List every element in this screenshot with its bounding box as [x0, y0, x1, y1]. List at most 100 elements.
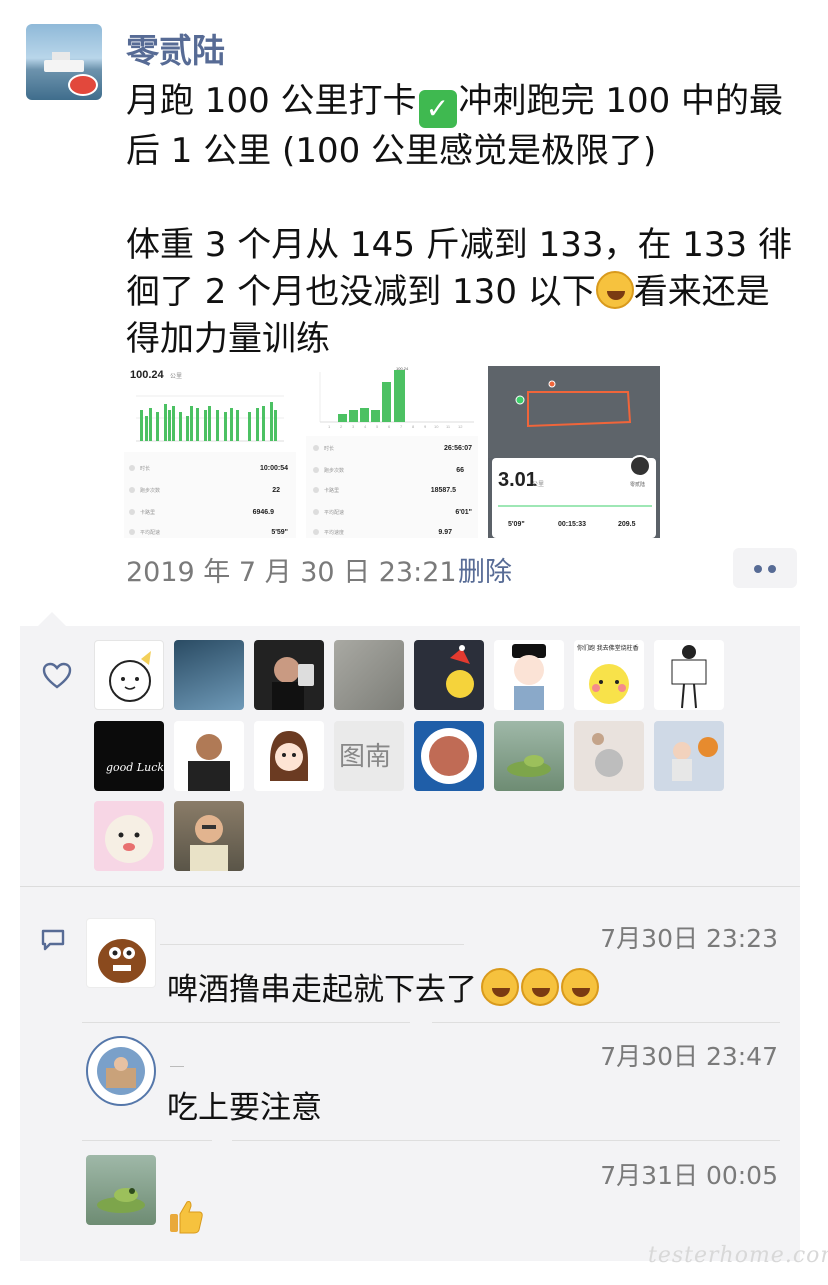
watermark-text: testerhome.com — [648, 1243, 828, 1268]
img2-row3-label: 卡路里 — [324, 487, 339, 494]
img2-row1-value: 26:56:07 — [444, 445, 472, 452]
avatar-fish-badge — [68, 74, 98, 96]
liker-avatar-text: 图南 — [339, 742, 391, 772]
liker-avatar[interactable] — [174, 721, 244, 791]
img1-total: 100.24 — [130, 369, 165, 381]
svg-text:4: 4 — [364, 424, 367, 429]
img1-row4-value: 5'59" — [271, 529, 288, 536]
comment-avatar[interactable] — [86, 918, 156, 988]
liker-avatar[interactable] — [414, 640, 484, 710]
img1-row2-value: 22 — [272, 487, 280, 494]
author-name[interactable]: 零贰陆 — [126, 24, 225, 72]
liker-avatar[interactable] — [174, 640, 244, 710]
post-image-3[interactable]: 3.01 公里 零贰陆 5'09" 00:15:33 209.5 — [488, 366, 660, 538]
post-line-3: 体重 3 个月从 145 斤减到 133，在 133 徘 — [126, 225, 792, 265]
img3-pace: 5'09" — [508, 521, 525, 528]
liker-avatar[interactable] — [254, 640, 324, 710]
liker-sticker-text: 你们跑 我去佛堂烧柱香 — [577, 644, 639, 652]
author-avatar[interactable] — [26, 24, 102, 100]
img2-peak: 100.24 — [396, 366, 409, 371]
comment-text[interactable]: 啤酒撸串走起就下去了 — [167, 964, 599, 1009]
img1-row3-label: 卡路里 — [140, 509, 155, 516]
svg-text:12: 12 — [458, 424, 463, 429]
comment-time: 7月30日 23:47 — [600, 1042, 778, 1071]
comment-time: 7月30日 23:23 — [600, 924, 778, 953]
liker-avatar[interactable]: good Luck — [94, 721, 164, 791]
comment-separator — [432, 1022, 780, 1023]
liker-avatar[interactable] — [494, 640, 564, 710]
liker-avatar[interactable] — [174, 801, 244, 871]
liker-avatar[interactable] — [654, 640, 724, 710]
post-timestamp: 2019 年 7 月 30 日 23:21 — [126, 557, 457, 588]
heart-icon — [42, 662, 72, 689]
post-image-1[interactable]: 100.24 公里 时长 跑步次数 卡路里 平均配速 10:00:54 22 6… — [124, 366, 296, 538]
comment-separator — [82, 1140, 212, 1141]
img2-row4-label: 平均配速 — [324, 509, 344, 516]
img2-bars — [338, 370, 405, 422]
comment-avatar[interactable] — [86, 1155, 156, 1225]
svg-text:8: 8 — [412, 424, 415, 429]
liker-avatar[interactable]: 图南 — [334, 721, 404, 791]
dot-icon — [754, 565, 762, 573]
post-line-4a: 徊了 2 个月也没减到 130 以下 — [126, 272, 596, 312]
comment-text[interactable] — [167, 1198, 205, 1244]
liker-sticker-text: good Luck — [106, 761, 164, 774]
laugh-cry-emoji-icon — [481, 968, 519, 1006]
svg-text:10: 10 — [434, 424, 439, 429]
img2-row5-label: 平均速度 — [324, 529, 344, 536]
post-line-4b: 看来还是 — [633, 272, 770, 312]
img2-row1-label: 时长 — [324, 445, 334, 452]
comment-name-placeholder — [170, 1066, 184, 1067]
svg-text:6: 6 — [388, 424, 391, 429]
liker-avatar[interactable] — [494, 721, 564, 791]
comment-time: 7月31日 00:05 — [600, 1161, 778, 1190]
post-line-2: 后 1 公里 (100 公里感觉是极限了) — [126, 131, 657, 171]
img3-start-marker — [515, 395, 525, 405]
comment-avatar[interactable] — [86, 1036, 156, 1106]
liker-avatar[interactable]: 你们跑 我去佛堂烧柱香 — [574, 640, 644, 710]
img2-row2-value: 66 — [456, 467, 464, 474]
svg-text:2: 2 — [340, 424, 343, 429]
more-actions-button[interactable] — [733, 548, 797, 588]
img3-calories: 209.5 — [618, 521, 636, 528]
comment-text[interactable]: 吃上要注意 — [167, 1082, 322, 1127]
liker-avatar[interactable] — [254, 721, 324, 791]
comment-icon — [41, 929, 65, 951]
svg-text:9: 9 — [424, 424, 427, 429]
post-line-1b: 冲刺跑完 100 中的最 — [458, 81, 784, 121]
comment-separator — [232, 1140, 780, 1141]
comment-body: 啤酒撸串走起就下去了 — [167, 972, 477, 1008]
check-emoji-icon: ✓ — [418, 90, 457, 128]
img1-row1-label: 时长 — [140, 465, 150, 472]
svg-text:1: 1 — [328, 424, 331, 429]
img1-bars — [140, 402, 277, 441]
img2-row3-value: 18587.5 — [431, 487, 456, 494]
svg-text:3: 3 — [352, 424, 355, 429]
img2-row5-value: 9.97 — [438, 529, 452, 536]
svg-text:5: 5 — [376, 424, 379, 429]
img3-end-marker — [548, 380, 556, 388]
svg-text:11: 11 — [446, 424, 451, 429]
img2-row4-value: 6'01" — [455, 509, 472, 516]
delete-link[interactable]: 删除 — [458, 550, 512, 589]
liker-avatar[interactable] — [414, 721, 484, 791]
comment-name-placeholder — [160, 944, 464, 945]
svg-text:7: 7 — [400, 424, 403, 429]
liker-avatar[interactable] — [334, 640, 404, 710]
img1-row2-label: 跑步次数 — [140, 487, 160, 494]
liker-avatar[interactable] — [574, 721, 644, 791]
img2-row2-label: 跑步次数 — [324, 467, 344, 474]
img1-unit: 公里 — [170, 373, 182, 380]
liker-avatar[interactable] — [654, 721, 724, 791]
laugh-cry-emoji-icon — [521, 968, 559, 1006]
panel-arrow — [38, 612, 66, 626]
liker-avatar[interactable] — [94, 640, 164, 710]
likes-comments-divider — [20, 886, 800, 887]
post-image-2[interactable]: 100.24 1 2 3 4 5 6 7 8 9 10 11 12 时长 跑步次数 卡路里 平均配速 … — [306, 366, 478, 538]
post-line-5: 得加力量训练 — [126, 319, 330, 359]
laugh-cry-emoji-icon — [595, 271, 634, 309]
img3-name: 零贰陆 — [630, 481, 645, 488]
liker-avatar[interactable] — [94, 801, 164, 871]
dot-icon — [768, 565, 776, 573]
laugh-cry-emoji-icon — [561, 968, 599, 1006]
